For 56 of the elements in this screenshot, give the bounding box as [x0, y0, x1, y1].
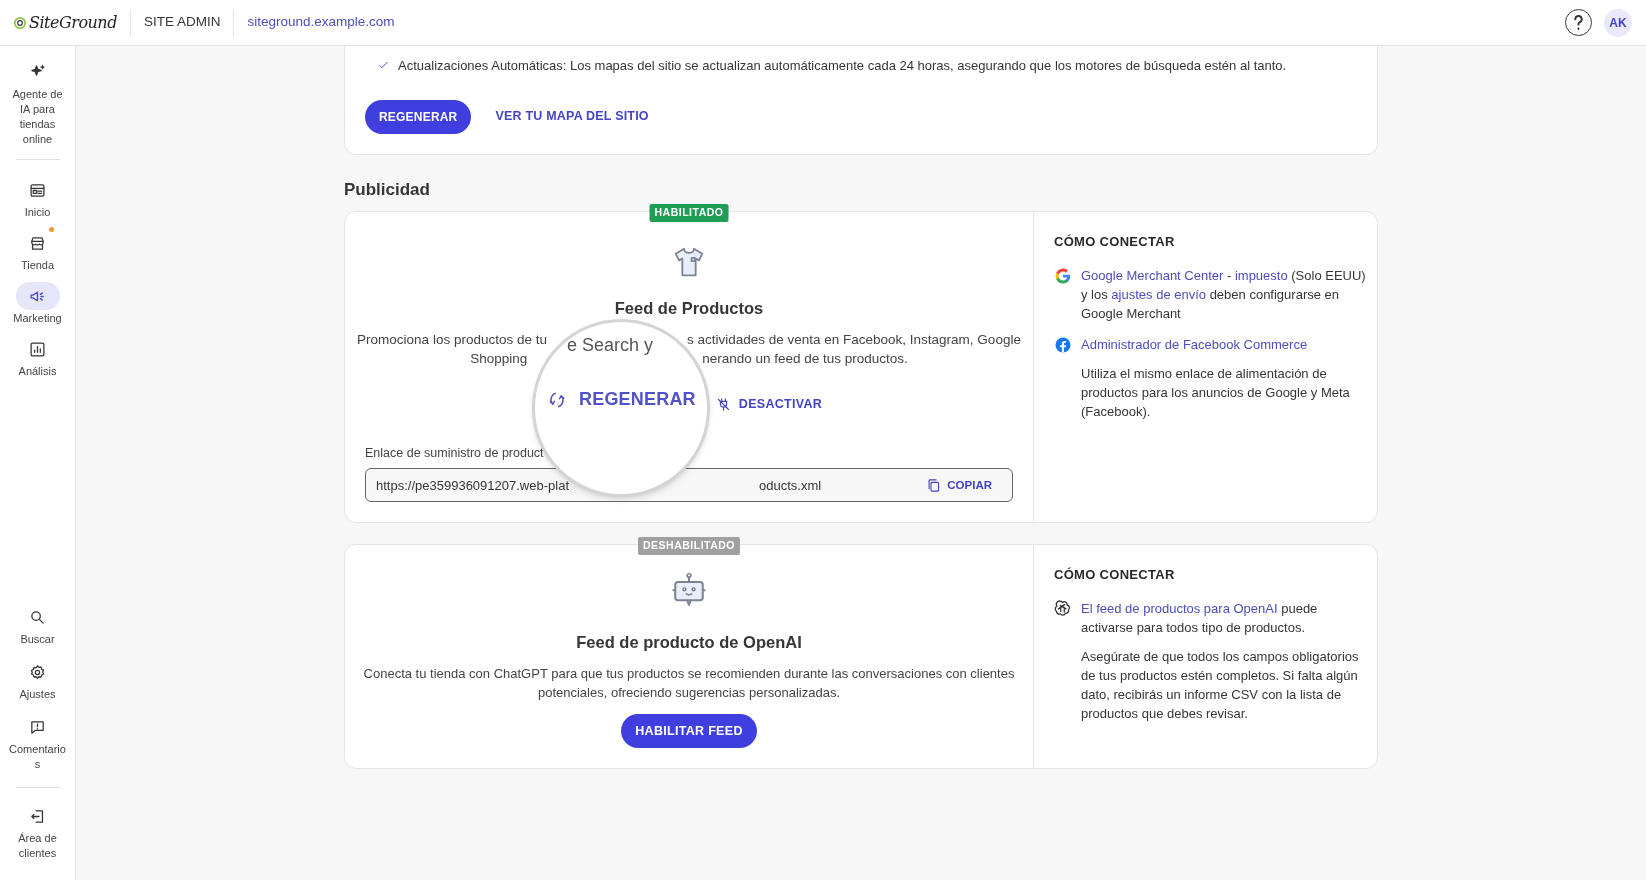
description-text: s actividades de venta en Facebook, Instagram, Google	[686, 330, 1021, 349]
regenerate-button[interactable]: REGENERAR	[365, 99, 472, 134]
text-link[interactable]: El feed de productos para OpenAI	[1081, 600, 1278, 616]
text-link[interactable]: Google Merchant Center	[1081, 267, 1224, 283]
description-text: Conecta tu tienda con ChatGPT para que tus productos se recomienden durante las conversaciones con clientes potenciales, ofreciendo sugerencias personalizadas.	[362, 665, 1016, 702]
facebook-icon	[1054, 335, 1072, 354]
user-avatar[interactable]: AK	[1604, 8, 1632, 37]
feed-title: Feed de Productos	[614, 298, 764, 319]
connect-text: Google Merchant Center - impuesto (Solo EEUU) y los ajustes de envío deben configurarse en Google Merchant	[1081, 266, 1367, 323]
enable-feed-button[interactable]: HABILITAR FEED	[621, 714, 757, 748]
logo-text: SiteGround	[29, 11, 117, 34]
sidebar-item[interactable]: Agente de IA para tiendas online	[0, 58, 75, 147]
sidebar-item[interactable]: Inicio	[0, 176, 75, 220]
connect-text: El feed de productos para OpenAI puede activarse para todos tipo de productos.	[1081, 599, 1319, 637]
sidebar-item[interactable]: Comentarios	[0, 713, 75, 772]
sidebar-item[interactable]: Análisis	[0, 335, 75, 379]
description-text: Promociona los productos de tu	[357, 330, 547, 349]
feed-title: Feed de producto de OpenAI	[576, 632, 802, 654]
status-badge: HABILITADO	[649, 204, 729, 222]
deactivate-button[interactable]: DESACTIVAR	[715, 394, 823, 414]
connect-heading: CÓMO CONECTAR	[1054, 233, 1176, 251]
google-icon	[1054, 266, 1072, 285]
comment-alert-icon	[29, 718, 46, 736]
feature-text: Actualizaciones Automáticas: Los mapas del sitio se actualizan automáticamente cada 24 horas, asegurando que los motores de búsqueda estén al tanto.	[398, 57, 1287, 75]
exit-icon	[29, 807, 46, 825]
connect-note: Asegúrate de que todos los campos obligatorios de tus productos estén completos. Si falta algún dato, recibirás un informe CSV con la lista de productos que debes revisar.	[1081, 647, 1360, 723]
text-link[interactable]: ajustes de envío	[1111, 286, 1207, 302]
sidebar-item[interactable]: Marketing	[0, 282, 75, 326]
help-icon	[1574, 15, 1583, 30]
magnified-text: e Search y	[567, 334, 654, 357]
browser-window-icon	[29, 181, 46, 199]
status-badge: DESHABILITADO	[637, 537, 741, 555]
connect-heading: CÓMO CONECTAR	[1054, 566, 1176, 585]
text-link[interactable]: Administrador de Facebook Commerce	[1081, 336, 1308, 352]
description-text: nerando un feed de tus productos.	[702, 349, 908, 368]
sidebar-item[interactable]: Ajustes	[0, 658, 75, 702]
sitemap-link[interactable]: VER TU MAPA DEL SITIO	[495, 107, 649, 126]
sidebar-item[interactable]: Tienda	[0, 229, 75, 273]
sidebar-item[interactable]: Buscar	[0, 603, 75, 647]
site-domain-link[interactable]: siteground.example.com	[247, 12, 395, 33]
description-text: Shopping	[470, 349, 528, 368]
plug-off-icon	[715, 396, 731, 412]
copy-icon	[926, 477, 942, 493]
logo-icon	[13, 15, 27, 30]
section-title: SITE ADMIN	[143, 13, 221, 32]
connect-note: Utiliza el mismo enlace de alimentación de productos para los anuncios de Google y Meta (Facebook).	[1081, 364, 1351, 421]
copy-button[interactable]: COPIAR	[926, 476, 992, 494]
regenerate-button[interactable]: REGENERAR	[547, 386, 696, 413]
storefront-icon	[29, 234, 46, 252]
search-icon	[29, 608, 46, 626]
section-heading: Publicidad	[344, 178, 431, 201]
settings-icon	[29, 663, 46, 681]
field-label: Enlace de suministro de product	[365, 444, 544, 462]
bar-chart-icon	[29, 340, 46, 358]
text-link[interactable]: impuesto	[1234, 267, 1288, 283]
sidebar-item[interactable]: Área de clientes	[0, 802, 75, 861]
